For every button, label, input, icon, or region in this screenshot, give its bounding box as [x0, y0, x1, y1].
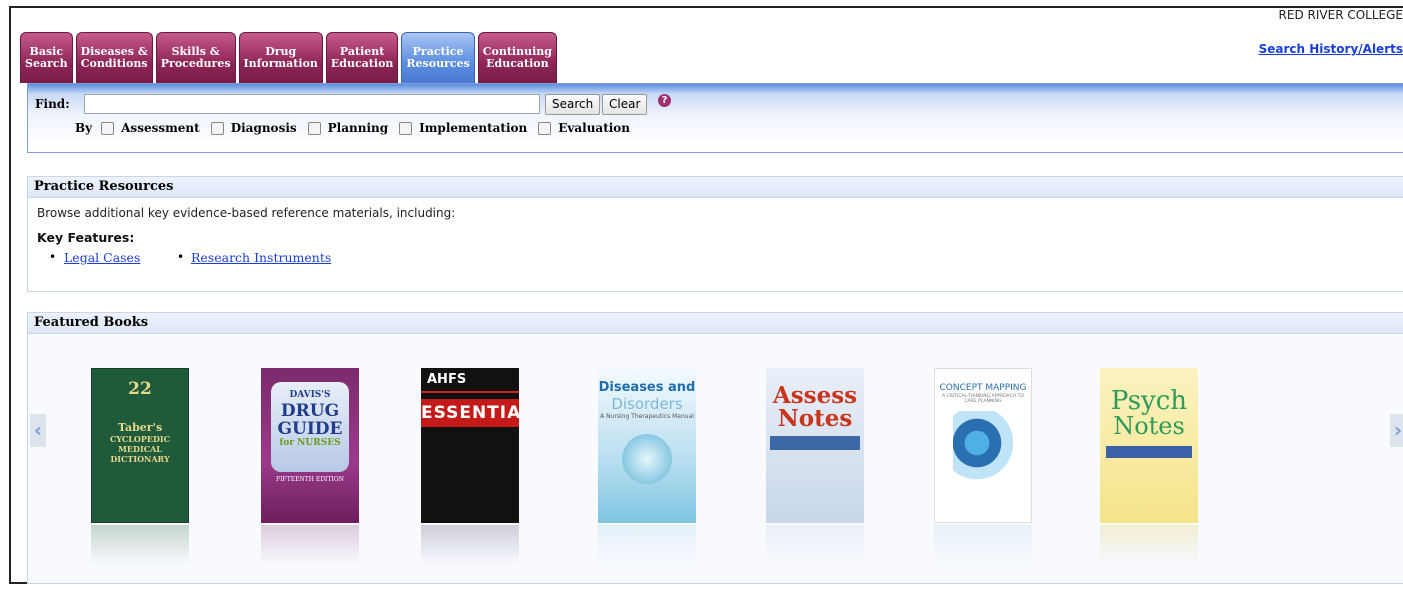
book-concept-mapping-cover[interactable]: CONCEPT MAPPING A CRITICAL-THINKING APPR…: [934, 368, 1032, 523]
book-reflection: [91, 525, 189, 565]
tab-label: Information: [243, 57, 318, 70]
book-top-text: DAVIS'S: [289, 390, 331, 400]
panel-title: Featured Books: [28, 313, 1403, 334]
book-assess-notes-cover[interactable]: Assess Notes: [766, 368, 864, 523]
tab-label: Education: [330, 57, 394, 70]
evaluation-checkbox[interactable]: [538, 121, 552, 135]
planning-checkbox[interactable]: [307, 121, 321, 135]
search-input[interactable]: [84, 94, 540, 114]
book-title: Notes: [777, 405, 853, 432]
book-reflection: [598, 525, 696, 565]
tab-diseases-conditions[interactable]: Diseases & Conditions: [75, 32, 153, 83]
filter-label: Diagnosis: [230, 121, 297, 135]
book-subtitle: A CRITICAL-THINKING APPROACH TO CARE PLA…: [942, 394, 1024, 404]
carousel-prev-icon[interactable]: ‹: [30, 414, 46, 447]
book-reflection: [766, 525, 864, 565]
book-title-line: MEDICAL: [118, 444, 162, 454]
book-reflection: [261, 525, 359, 565]
research-instruments-link[interactable]: Research Instruments: [191, 250, 331, 265]
help-icon[interactable]: ?: [658, 94, 671, 107]
book-reflection: [421, 525, 519, 565]
book-top-text: AHFS: [421, 368, 519, 393]
tab-continuing-education[interactable]: Continuing Education: [477, 32, 557, 83]
filter-label: Assessment: [121, 121, 200, 135]
institution-name: RED RIVER COLLEGE: [1278, 8, 1403, 22]
book-ahfs-essentials-cover[interactable]: AHFS ESSENTIALS: [421, 368, 519, 523]
clear-button[interactable]: Clear: [602, 94, 648, 115]
filter-label: Evaluation: [558, 121, 631, 135]
filter-label: Planning: [327, 121, 389, 135]
filter-row: By Assessment Diagnosis Planning Impleme…: [75, 121, 630, 135]
tab-skills-procedures[interactable]: Skills & Procedures: [155, 32, 236, 83]
tab-basic-search[interactable]: Basic Search: [20, 32, 73, 83]
book-title-line: Taber's: [117, 421, 163, 434]
book-title: Notes: [1113, 412, 1185, 440]
book-title: Disorders: [611, 395, 683, 413]
book-title-line: CYCLOPEDIC: [109, 434, 171, 444]
book-title-line: DICTIONARY: [110, 454, 170, 464]
book-title: ESSENTIALS: [421, 399, 519, 427]
by-label: By: [75, 121, 93, 135]
legal-cases-link[interactable]: Legal Cases: [64, 250, 140, 265]
implementation-checkbox[interactable]: [399, 121, 413, 135]
key-features-heading: Key Features:: [37, 230, 135, 245]
search-button[interactable]: Search: [545, 94, 601, 115]
hexagon-illustration: [953, 411, 1013, 491]
featured-books-panel: Featured Books ‹ › 22 Taber's CYCLOPEDIC…: [27, 312, 1403, 584]
book-top-text: Assess: [772, 382, 858, 409]
panel-title: Practice Resources: [28, 177, 1403, 198]
search-history-link[interactable]: Search History/Alerts: [1259, 42, 1403, 56]
book-subtitle: for NURSES: [279, 438, 341, 448]
filter-label: Implementation: [419, 121, 528, 135]
book-reflection: [934, 525, 1032, 565]
find-bar: Find: Search Clear ? By Assessment Diagn…: [27, 83, 1403, 153]
practice-resources-panel: Practice Resources Browse additional key…: [27, 176, 1403, 292]
bullet-icon: •: [177, 250, 185, 264]
diagnosis-checkbox[interactable]: [210, 121, 224, 135]
tab-practice-resources[interactable]: Practice Resources: [401, 32, 475, 83]
title-band: [770, 436, 860, 450]
tab-label: Procedures: [160, 57, 231, 70]
intro-text: Browse additional key evidence-based ref…: [37, 206, 456, 220]
title-band: [1106, 446, 1192, 458]
virus-illustration: [622, 434, 672, 484]
tab-label: Conditions: [80, 57, 148, 70]
book-psych-notes-cover[interactable]: Psych Notes: [1100, 368, 1198, 523]
book-title: DRUG GUIDE: [277, 401, 343, 439]
book-diseases-disorders-cover[interactable]: Diseases and Disorders A Nursing Therape…: [598, 368, 696, 523]
book-davis-drug-guide-cover[interactable]: DAVIS'S DRUG GUIDE for NURSES FIFTEENTH …: [261, 368, 359, 523]
tab-patient-education[interactable]: Patient Education: [325, 32, 399, 83]
assessment-checkbox[interactable]: [101, 121, 115, 135]
tab-label: Resources: [406, 57, 470, 70]
book-title: CONCEPT MAPPING: [939, 383, 1027, 393]
book-reflection: [1100, 525, 1198, 565]
book-top-text: Psych: [1110, 386, 1188, 416]
bullet-icon: •: [49, 250, 57, 264]
book-subtitle: A Nursing Therapeutics Manual: [600, 413, 694, 420]
tab-drug-information[interactable]: Drug Information: [238, 32, 323, 83]
find-label: Find:: [35, 97, 70, 111]
book-top-text: Diseases and: [598, 380, 696, 395]
tab-label: Search: [25, 57, 68, 70]
main-tabs: Basic Search Diseases & Conditions Skills …: [20, 30, 557, 83]
book-edition: FIFTEENTH EDITION: [276, 476, 344, 483]
edition-number: 22: [128, 379, 152, 399]
tab-label: Education: [486, 57, 549, 70]
carousel-next-icon[interactable]: ›: [1390, 414, 1403, 447]
book-tabers-cover[interactable]: 22 Taber's CYCLOPEDIC MEDICAL DICTIONARY: [91, 368, 189, 523]
